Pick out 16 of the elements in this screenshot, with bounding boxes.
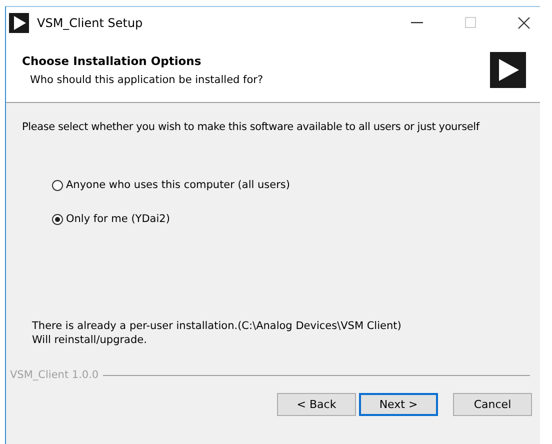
page-heading: Choose Installation Options <box>22 54 202 68</box>
play-logo-icon <box>9 12 29 32</box>
version-label: VSM_Client 1.0.0 <box>10 369 99 381</box>
window-title: VSM_Client Setup <box>37 16 143 30</box>
radio-option[interactable]: Anyone who uses this computer (all users) <box>52 179 290 191</box>
page-subheading: Who should this application be installed for? <box>30 74 264 86</box>
instruction-text: Please select whether you wish to make this software available to all users or just yourself <box>22 121 481 133</box>
minimize-icon[interactable] <box>411 22 423 24</box>
dialog-button[interactable]: Cancel <box>453 393 532 416</box>
info-text: Will reinstall/upgrade. <box>32 333 148 347</box>
radio-option[interactable]: Only for me (YDai2) <box>52 213 170 225</box>
dialog-button[interactable]: Next > <box>359 393 438 416</box>
info-text: There is already a per-user installation.(C:\Analog Devices\VSM Client) <box>32 319 402 333</box>
play-logo-icon <box>490 52 526 88</box>
dialog-button[interactable]: < Back <box>277 393 356 416</box>
close-icon[interactable] <box>518 16 530 28</box>
